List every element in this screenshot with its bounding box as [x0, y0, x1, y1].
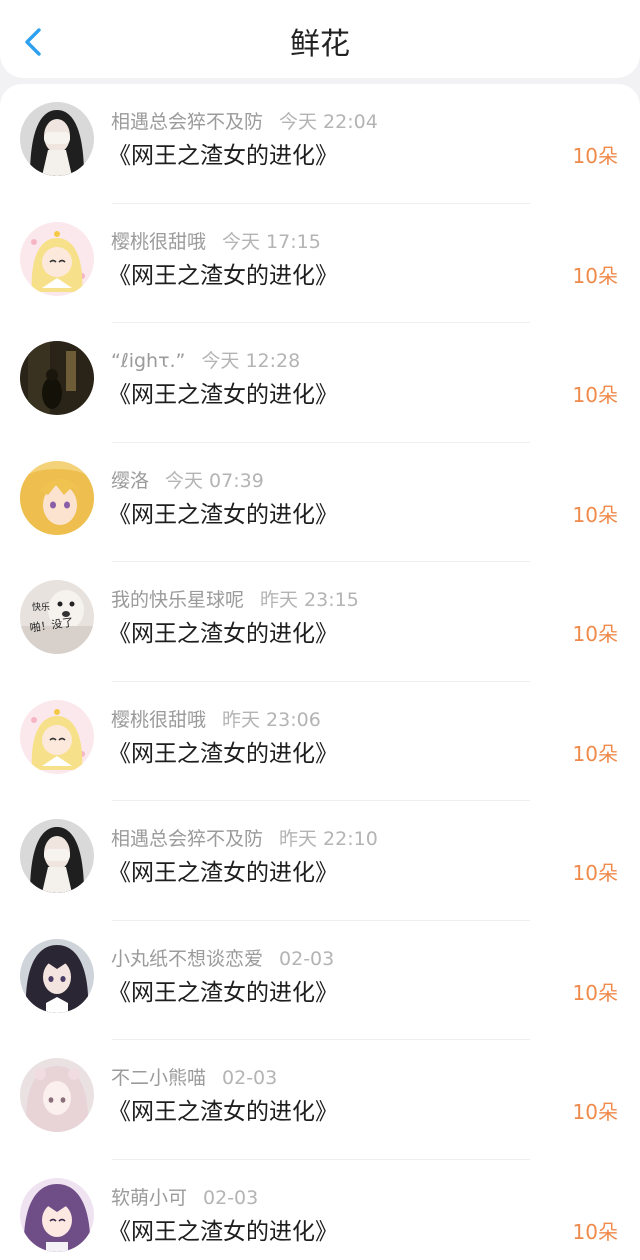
flower-count: 10朵: [572, 1100, 618, 1124]
list-item[interactable]: 缨洛 今天 07:39 《网王之渣女的进化》 10朵: [0, 443, 640, 563]
user-avatar[interactable]: [20, 1058, 94, 1132]
flower-count: 10朵: [572, 144, 618, 168]
flower-count: 10朵: [572, 502, 618, 527]
username[interactable]: 相遇总会猝不及防: [111, 111, 263, 133]
username[interactable]: 缨洛: [111, 470, 149, 492]
timestamp: 02-03: [222, 1067, 278, 1089]
avatar-caption: 快乐: [32, 601, 50, 613]
flower-count: 10朵: [572, 383, 618, 407]
list-item[interactable]: 樱桃很甜哦 今天 17:15 《网王之渣女的进化》 10朵: [0, 204, 640, 324]
list-item[interactable]: 不二小熊喵 02-03 《网王之渣女的进化》 10朵: [0, 1040, 640, 1160]
list-item[interactable]: 相遇总会猝不及防 昨天 22:10 《网王之渣女的进化》 10朵: [0, 801, 640, 921]
book-title[interactable]: 《网王之渣女的进化》: [108, 619, 338, 649]
list-item[interactable]: “ℓighτ.” 今天 12:28 《网王之渣女的进化》 10朵: [0, 323, 640, 443]
list-item[interactable]: 快乐 啪！没了 我的快乐星球呢 昨天 23:15 《网王之渣女的进化》 10朵: [0, 562, 640, 682]
timestamp: 昨天 22:10: [279, 828, 378, 850]
list-item[interactable]: 小丸纸不想谈恋爱 02-03 《网王之渣女的进化》 10朵: [0, 921, 640, 1041]
timestamp: 今天 17:15: [222, 230, 321, 253]
user-avatar[interactable]: [20, 1177, 94, 1252]
timestamp: 今天 12:28: [201, 350, 301, 372]
user-avatar[interactable]: [20, 221, 94, 296]
book-title[interactable]: 《网王之渣女的进化》: [108, 380, 338, 410]
username[interactable]: 樱桃很甜哦: [111, 709, 206, 731]
username[interactable]: 樱桃很甜哦: [111, 231, 206, 253]
book-title[interactable]: 《网王之渣女的进化》: [108, 1097, 338, 1127]
flower-count: 10朵: [572, 622, 618, 646]
timestamp: 昨天 23:15: [260, 589, 359, 611]
book-title[interactable]: 《网王之渣女的进化》: [108, 141, 338, 171]
page-title: 鲜花: [290, 27, 350, 62]
list-item[interactable]: 相遇总会猝不及防 今天 22:04 《网王之渣女的进化》 10朵: [0, 84, 640, 204]
user-avatar[interactable]: 快乐 啪！没了: [20, 580, 94, 654]
username[interactable]: 小丸纸不想谈恋爱: [111, 948, 263, 970]
flower-count: 10朵: [572, 1219, 618, 1244]
list-item[interactable]: 软萌小可 02-03 《网王之渣女的进化》 10朵: [0, 1160, 640, 1260]
flower-count: 10朵: [572, 263, 618, 288]
username[interactable]: 软萌小可: [111, 1187, 187, 1209]
username[interactable]: “ℓighτ.”: [111, 350, 185, 372]
username[interactable]: 相遇总会猝不及防: [111, 828, 263, 850]
user-avatar[interactable]: [20, 102, 94, 176]
username[interactable]: 不二小熊喵: [111, 1067, 206, 1089]
timestamp: 今天 07:39: [165, 469, 264, 492]
top-bar: 鲜花: [0, 0, 640, 78]
book-title[interactable]: 《网王之渣女的进化》: [108, 978, 338, 1008]
list-item[interactable]: 樱桃很甜哦 昨天 23:06 《网王之渣女的进化》 10朵: [0, 682, 640, 802]
timestamp: 02-03: [279, 947, 335, 970]
timestamp: 02-03: [203, 1186, 259, 1209]
user-avatar[interactable]: [20, 460, 94, 535]
book-title[interactable]: 《网王之渣女的进化》: [108, 1217, 338, 1247]
book-title[interactable]: 《网王之渣女的进化》: [108, 500, 338, 530]
book-title[interactable]: 《网王之渣女的进化》: [108, 739, 338, 769]
flower-list: 相遇总会猝不及防 今天 22:04 《网王之渣女的进化》 10朵 樱桃很甜哦 今天 …: [0, 84, 640, 1260]
flower-count: 10朵: [572, 741, 618, 766]
book-title[interactable]: 《网王之渣女的进化》: [108, 261, 338, 291]
username[interactable]: 我的快乐星球呢: [111, 589, 244, 611]
book-title[interactable]: 《网王之渣女的进化》: [108, 858, 338, 888]
flower-count: 10朵: [572, 861, 618, 885]
timestamp: 昨天 23:06: [222, 708, 321, 731]
user-avatar[interactable]: [20, 819, 94, 893]
user-avatar[interactable]: [20, 699, 94, 774]
user-avatar[interactable]: [20, 938, 94, 1013]
user-avatar[interactable]: [20, 341, 94, 415]
flower-count: 10朵: [572, 980, 618, 1005]
timestamp: 今天 22:04: [279, 111, 378, 133]
